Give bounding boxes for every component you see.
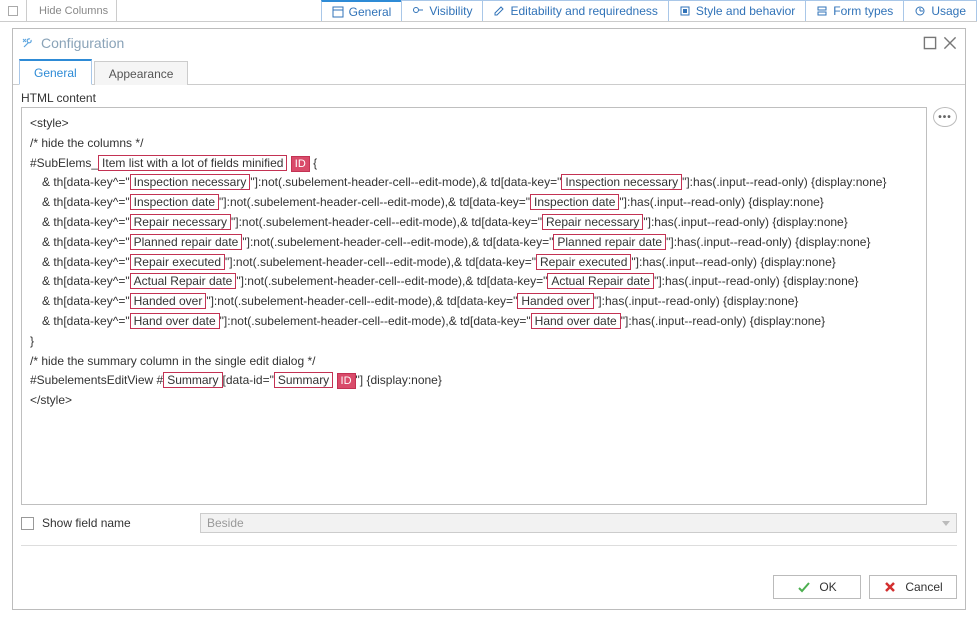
hide-columns-button[interactable]: Hide Columns — [31, 0, 117, 21]
top-tabs: General Visibility Editability and requi… — [322, 0, 977, 21]
chevron-down-icon — [942, 521, 950, 526]
dialog-title: Configuration — [41, 35, 124, 51]
tab-form-types[interactable]: Form types — [805, 0, 904, 21]
code-toggle-button[interactable] — [0, 0, 27, 21]
highlight: Summary — [274, 372, 333, 388]
wrench-icon — [21, 36, 35, 50]
show-field-name-row: Show field name Beside — [21, 513, 957, 533]
code-line: & th[data-key^="Inspection date"]:not(.s… — [30, 193, 918, 213]
tab-label: Style and behavior — [696, 4, 795, 18]
highlight: Summary — [163, 372, 222, 388]
id-badge: ID — [337, 373, 356, 389]
highlight: Inspection necessary — [561, 174, 682, 190]
visibility-icon — [412, 5, 424, 17]
highlight: Repair executed — [130, 254, 225, 270]
highlight: Repair necessary — [130, 214, 231, 230]
code-line: <style> — [30, 114, 918, 134]
hide-columns-label: Hide Columns — [39, 5, 108, 17]
show-field-name-label: Show field name — [42, 516, 192, 530]
more-options-button[interactable]: ••• — [933, 107, 957, 127]
code-line: & th[data-key^="Handed over"]:not(.subel… — [30, 292, 918, 312]
highlight: Repair necessary — [542, 214, 643, 230]
tab-editability[interactable]: Editability and requiredness — [482, 0, 668, 21]
dialog-header: Configuration — [13, 29, 965, 61]
highlight: Hand over date — [130, 313, 220, 329]
tab-label: General — [349, 5, 392, 19]
style-icon — [679, 5, 691, 17]
highlight: Handed over — [517, 293, 594, 309]
cancel-label: Cancel — [905, 580, 942, 594]
configuration-dialog: Configuration General Appearance HTML co… — [12, 28, 966, 610]
top-toolbar: Hide Columns General Visibility Editabil… — [0, 0, 977, 22]
html-content-textarea[interactable]: <style> /* hide the columns */ #SubElems… — [21, 107, 927, 505]
highlight: Handed over — [130, 293, 207, 309]
html-content-label: HTML content — [13, 85, 965, 107]
tab-label: Form types — [833, 4, 893, 18]
code-line: & th[data-key^="Hand over date"]:not(.su… — [30, 312, 918, 332]
tab-usage[interactable]: Usage — [903, 0, 977, 21]
code-line: } — [30, 332, 918, 352]
dialog-footer: OK Cancel — [13, 565, 965, 609]
highlight: Item list with a lot of fields minified — [98, 155, 287, 171]
highlight: Actual Repair date — [547, 273, 654, 289]
code-line: </style> — [30, 391, 918, 411]
tab-label: Editability and requiredness — [510, 4, 657, 18]
tab-label: Usage — [931, 4, 966, 18]
code-line: /* hide the summary column in the single… — [30, 352, 918, 372]
top-left-group: Hide Columns — [0, 0, 117, 21]
code-line: /* hide the columns */ — [30, 134, 918, 154]
dialog-tab-appearance[interactable]: Appearance — [94, 61, 189, 85]
divider — [21, 545, 957, 546]
highlight: Planned repair date — [553, 234, 666, 250]
maximize-button[interactable] — [923, 36, 937, 50]
code-line: #SubelementsEditView #Summary[data-id="S… — [30, 371, 918, 391]
usage-icon — [914, 5, 926, 17]
code-line: & th[data-key^="Repair necessary"]:not(.… — [30, 213, 918, 233]
code-line: & th[data-key^="Planned repair date"]:no… — [30, 233, 918, 253]
code-line: & th[data-key^="Actual Repair date"]:not… — [30, 272, 918, 292]
edit-icon — [493, 5, 505, 17]
dialog-tab-label: Appearance — [109, 67, 174, 81]
dialog-tabs: General Appearance — [13, 61, 965, 85]
code-line: & th[data-key^="Inspection necessary"]:n… — [30, 173, 918, 193]
highlight: Planned repair date — [130, 234, 243, 250]
highlight: Actual Repair date — [130, 273, 237, 289]
tab-general[interactable]: General — [321, 0, 403, 21]
combo-value: Beside — [207, 516, 244, 530]
id-badge: ID — [291, 156, 310, 172]
tab-style[interactable]: Style and behavior — [668, 0, 806, 21]
tab-visibility[interactable]: Visibility — [401, 0, 483, 21]
check-icon — [797, 580, 811, 594]
code-line: & th[data-key^="Repair executed"]:not(.s… — [30, 253, 918, 273]
dialog-tab-general[interactable]: General — [19, 59, 92, 85]
highlight: Inspection date — [130, 194, 219, 210]
code-line: #SubElems_Item list with a lot of fields… — [30, 154, 918, 174]
dialog-tab-label: General — [34, 66, 77, 80]
cancel-button[interactable]: Cancel — [869, 575, 957, 599]
highlight: Hand over date — [531, 313, 621, 329]
highlight: Repair executed — [536, 254, 631, 270]
window-icon — [332, 6, 344, 18]
cancel-icon — [883, 580, 897, 594]
ok-label: OK — [819, 580, 836, 594]
highlight: Inspection necessary — [130, 174, 251, 190]
code-icon — [8, 6, 18, 16]
close-button[interactable] — [943, 36, 957, 50]
show-field-name-checkbox[interactable] — [21, 517, 34, 530]
highlight: Inspection date — [530, 194, 619, 210]
position-combobox[interactable]: Beside — [200, 513, 957, 533]
form-icon — [816, 5, 828, 17]
ok-button[interactable]: OK — [773, 575, 861, 599]
tab-label: Visibility — [429, 4, 472, 18]
